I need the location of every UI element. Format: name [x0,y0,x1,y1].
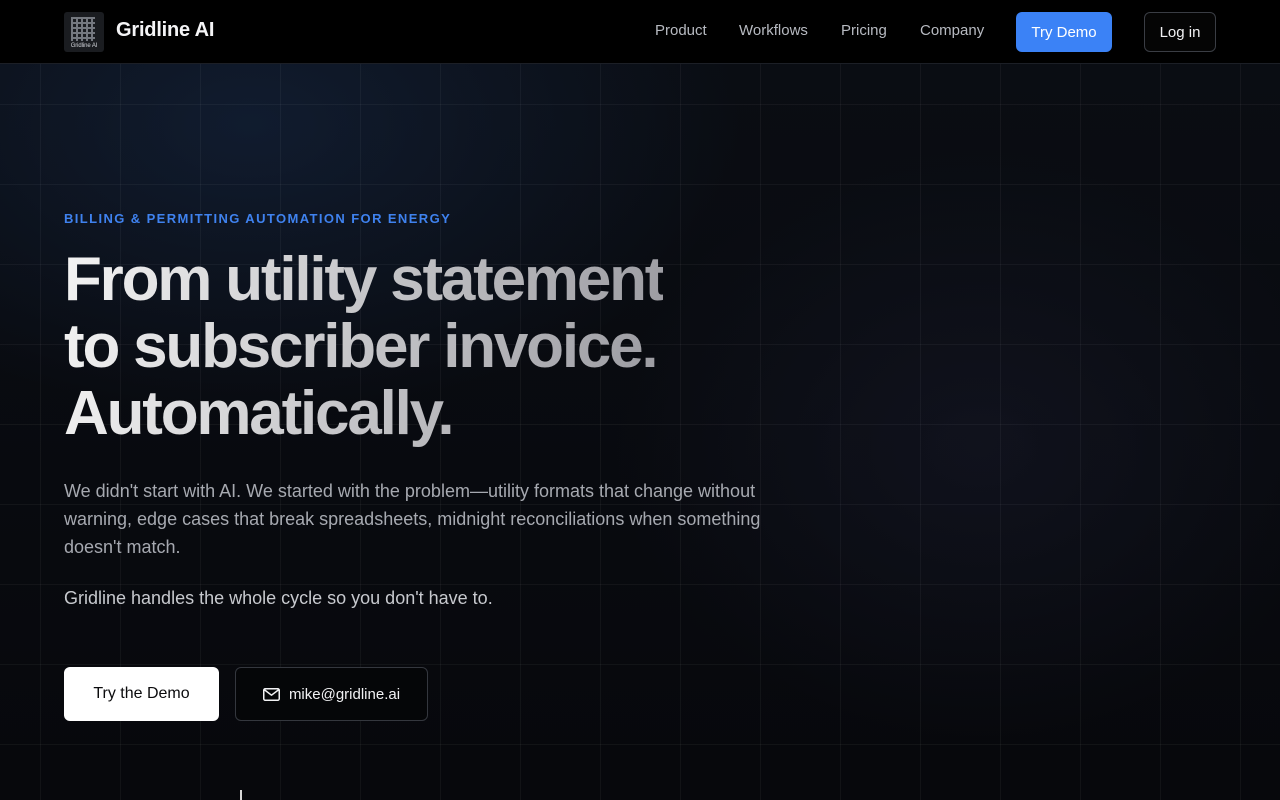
nav-link-pricing[interactable]: Pricing [841,22,887,39]
mail-icon [262,687,280,701]
headline-line-2: to subscriber invoice. [64,312,657,381]
text-cursor [240,790,242,800]
logo-text: Gridline AI [70,43,98,49]
top-navigation: Gridline AI Gridline AI Product Workflow… [0,0,1280,64]
nav-link-company[interactable]: Company [920,22,984,39]
gridline-logo-icon[interactable]: Gridline AI [64,12,104,52]
hero-description: We didn't start with AI. We started with… [64,481,761,557]
headline-line-3: Automatically. [64,379,453,448]
logo-pattern [71,17,95,41]
hero-eyebrow: BILLING & PERMITTING AUTOMATION FOR ENER… [64,211,452,226]
hero-subtext: Gridline handles the whole cycle so you … [64,588,493,608]
login-button[interactable]: Log in [1144,12,1216,52]
brand-name[interactable]: Gridline AI [116,19,214,42]
try-the-demo-button[interactable]: Try the Demo [64,667,219,721]
email-contact-button[interactable]: mike@gridline.ai [235,667,428,721]
nav-link-product[interactable]: Product [655,22,707,39]
headline-line-1: From utility statement [64,245,664,314]
nav-link-workflows[interactable]: Workflows [739,22,808,39]
hero-headline: From utility statement to subscriber inv… [64,246,663,447]
email-address: mike@gridline.ai [288,685,401,703]
try-demo-button[interactable]: Try Demo [1016,12,1112,52]
